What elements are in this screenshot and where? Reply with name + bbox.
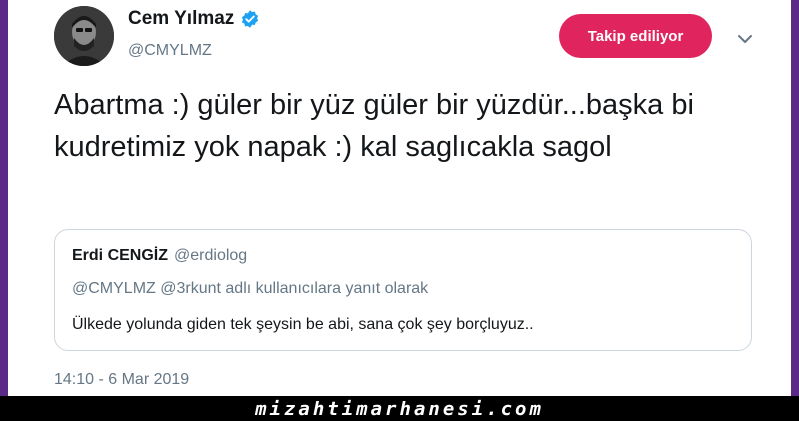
chevron-down-icon[interactable] (734, 28, 756, 50)
watermark-text: mizahtimarhanesi.com (255, 397, 544, 420)
quoted-tweet-text: Ülkede yolunda giden tek şeysin be abi, … (72, 316, 534, 333)
quoted-tweet[interactable]: Erdi CENGİZ @erdiolog @CMYLMZ @3rkunt ad… (54, 229, 752, 351)
author-name-row: Cem Yılmaz (128, 8, 260, 30)
tweet-text: Abartma :) güler bir yüz güler bir yüzdü… (54, 89, 694, 163)
avatar[interactable] (54, 6, 114, 66)
tweet-timestamp[interactable]: 14:10 - 6 Mar 2019 (54, 371, 189, 389)
quoted-author-handle: @erdiolog (174, 247, 248, 264)
watermark-banner: mizahtimarhanesi.com (0, 396, 799, 421)
author-handle[interactable]: @CMYLMZ (128, 42, 212, 60)
following-button[interactable]: Takip ediliyor (559, 14, 712, 58)
author-name[interactable]: Cem Yılmaz (128, 8, 234, 30)
avatar-image (54, 6, 114, 66)
quoted-reply-context: @CMYLMZ @3rkunt adlı kullanıcılara yanıt… (72, 280, 429, 297)
quoted-tweet-header: Erdi CENGİZ @erdiolog (72, 247, 247, 265)
tweet-card: Cem Yılmaz @CMYLMZ Takip ediliyor Abartm… (8, 0, 791, 396)
verified-badge-icon (240, 9, 260, 29)
quoted-author-name: Erdi CENGİZ (72, 247, 169, 264)
